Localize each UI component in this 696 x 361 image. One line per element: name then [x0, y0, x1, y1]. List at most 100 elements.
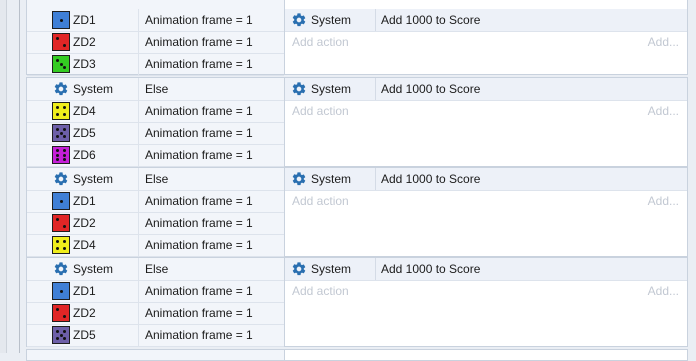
die-pip — [63, 105, 67, 109]
gear-icon — [52, 170, 70, 188]
add-action-link[interactable]: Add action — [292, 31, 349, 53]
condition-object-name: ZD3 — [73, 57, 96, 71]
die-pip — [59, 199, 63, 203]
die-pip — [63, 315, 67, 319]
condition-object: ZD2 — [52, 31, 139, 53]
condition-text: Else — [145, 172, 169, 186]
condition-text: Else — [145, 82, 169, 96]
condition-text: Animation frame = 1 — [145, 306, 253, 320]
die-pip — [55, 247, 59, 251]
condition-row[interactable]: ZD3 Animation frame = 1 — [27, 53, 284, 76]
next-event-block[interactable] — [26, 349, 688, 361]
action-row[interactable]: System Add 1000 to Score — [285, 9, 687, 32]
die-pip — [63, 153, 67, 157]
add-action-link[interactable]: Add action — [292, 280, 349, 302]
condition-row[interactable]: ZD2 Animation frame = 1 — [27, 302, 284, 325]
condition-row[interactable]: ZD4 Animation frame = 1 — [27, 234, 284, 257]
die-pip — [55, 337, 59, 341]
event-block[interactable]: System Else ZD4 Animation frame = 1 ZD5 … — [26, 77, 688, 167]
add-action-short-link[interactable]: Add... — [648, 190, 679, 212]
condition-object: ZD2 — [52, 302, 139, 324]
die-pip — [55, 153, 59, 157]
die-pip — [63, 135, 67, 139]
gear-icon — [290, 80, 308, 98]
die-face-icon — [52, 236, 70, 254]
condition-row[interactable]: System Else — [27, 168, 284, 191]
die-face-icon — [52, 11, 70, 29]
condition-object-name: ZD5 — [73, 126, 96, 140]
add-action-short-link[interactable]: Add... — [648, 280, 679, 302]
die-face-icon — [52, 214, 70, 232]
die-face-icon — [52, 304, 70, 322]
gear-icon — [290, 170, 308, 188]
die-pip — [63, 127, 67, 131]
condition-row[interactable]: ZD5 Animation frame = 1 — [27, 324, 284, 347]
condition-row[interactable]: ZD4 Animation frame = 1 — [27, 100, 284, 123]
condition-object: System — [52, 78, 139, 100]
action-row[interactable]: System Add 1000 to Score — [285, 168, 687, 191]
condition-object: ZD1 — [52, 280, 139, 302]
add-action-short-link[interactable]: Add... — [648, 31, 679, 53]
die-pip — [55, 149, 59, 153]
condition-object-name: ZD4 — [73, 104, 96, 118]
condition-text: Animation frame = 1 — [145, 57, 253, 71]
action-text: Add 1000 to Score — [381, 82, 481, 96]
die-face-icon — [52, 33, 70, 51]
condition-object-name: ZD1 — [73, 284, 96, 298]
action-row[interactable]: System Add 1000 to Score — [285, 258, 687, 281]
event-block[interactable]: System Else ZD1 Animation frame = 1 ZD2 … — [26, 167, 688, 257]
gear-icon — [52, 260, 70, 278]
add-action-link[interactable]: Add action — [292, 100, 349, 122]
condition-row[interactable]: ZD1 Animation frame = 1 — [27, 280, 284, 303]
die-pip — [55, 127, 59, 131]
condition-object: ZD4 — [52, 234, 139, 256]
condition-row[interactable]: ZD1 Animation frame = 1 — [27, 190, 284, 213]
die-pip — [63, 113, 67, 117]
condition-text: Animation frame = 1 — [145, 238, 253, 252]
die-pip — [59, 62, 63, 66]
die-face-icon — [52, 124, 70, 142]
die-pip — [55, 217, 59, 221]
condition-row[interactable]: ZD6 Animation frame = 1 — [27, 144, 284, 167]
condition-object-name: ZD1 — [73, 194, 96, 208]
die-pip — [59, 289, 63, 293]
condition-object: System — [52, 258, 139, 280]
condition-row[interactable]: ZD1 Animation frame = 1 — [27, 9, 284, 32]
die-face-icon — [52, 192, 70, 210]
condition-text: Else — [145, 262, 169, 276]
condition-object-name: ZD6 — [73, 148, 96, 162]
die-pip — [55, 157, 59, 161]
die-pip — [59, 333, 63, 337]
die-pip — [55, 239, 59, 243]
die-pip — [55, 113, 59, 117]
add-action-link[interactable]: Add action — [292, 190, 349, 212]
die-pip — [55, 329, 59, 333]
add-action-short-link[interactable]: Add... — [648, 100, 679, 122]
action-object: System — [290, 78, 376, 100]
action-object-name: System — [311, 262, 352, 276]
condition-row[interactable]: System Else — [27, 78, 284, 101]
action-object: System — [290, 168, 376, 190]
action-row[interactable]: System Add 1000 to Score — [285, 78, 687, 101]
condition-row[interactable]: ZD5 Animation frame = 1 — [27, 122, 284, 145]
add-action-row: Add action Add... — [285, 190, 687, 212]
condition-object-name: System — [73, 262, 114, 276]
die-pip — [63, 225, 67, 229]
condition-row[interactable]: ZD2 Animation frame = 1 — [27, 31, 284, 54]
die-pip — [63, 66, 67, 70]
condition-text: Animation frame = 1 — [145, 148, 253, 162]
event-block[interactable]: System Else ZD1 Animation frame = 1 ZD2 … — [26, 257, 688, 347]
condition-row[interactable]: ZD2 Animation frame = 1 — [27, 212, 284, 235]
condition-object-name: System — [73, 172, 114, 186]
condition-text: Animation frame = 1 — [145, 194, 253, 208]
die-pip — [55, 105, 59, 109]
die-pip — [55, 36, 59, 40]
condition-object-name: ZD2 — [73, 216, 96, 230]
conditions-panel: System Else ZD1 Animation frame = 1 ZD2 … — [27, 258, 285, 347]
die-pip — [59, 18, 63, 22]
event-block[interactable]: ZD1 Animation frame = 1 ZD2 Animation fr… — [26, 0, 688, 76]
condition-text: Animation frame = 1 — [145, 284, 253, 298]
condition-row[interactable]: System Else — [27, 258, 284, 281]
conditions-panel: ZD1 Animation frame = 1 ZD2 Animation fr… — [27, 0, 285, 76]
die-pip — [63, 239, 67, 243]
